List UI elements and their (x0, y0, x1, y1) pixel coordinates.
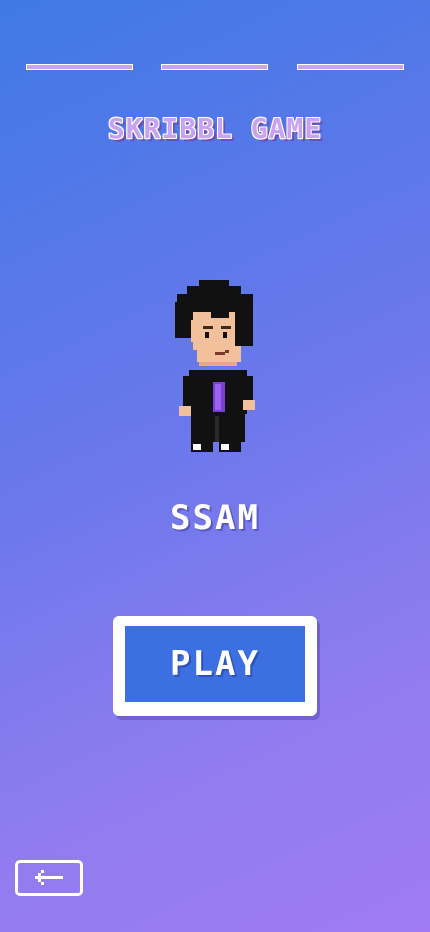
player-name: SSAM (170, 498, 260, 538)
player-avatar (171, 278, 259, 458)
play-button-label: PLAY (170, 644, 260, 684)
arrow-left-icon (35, 870, 63, 885)
game-title: SKRIBBL GAME (107, 112, 323, 145)
progress-segment-1 (26, 64, 133, 70)
start-screen: SKRIBBL GAME SSAM PLAY (0, 0, 430, 932)
progress-indicator (26, 64, 404, 70)
back-button[interactable] (15, 860, 83, 896)
pixel-character-avatar-icon (175, 280, 255, 452)
progress-segment-3 (297, 64, 404, 70)
play-button-face[interactable]: PLAY (125, 626, 305, 702)
play-button[interactable]: PLAY (113, 616, 317, 716)
progress-segment-2 (161, 64, 268, 70)
